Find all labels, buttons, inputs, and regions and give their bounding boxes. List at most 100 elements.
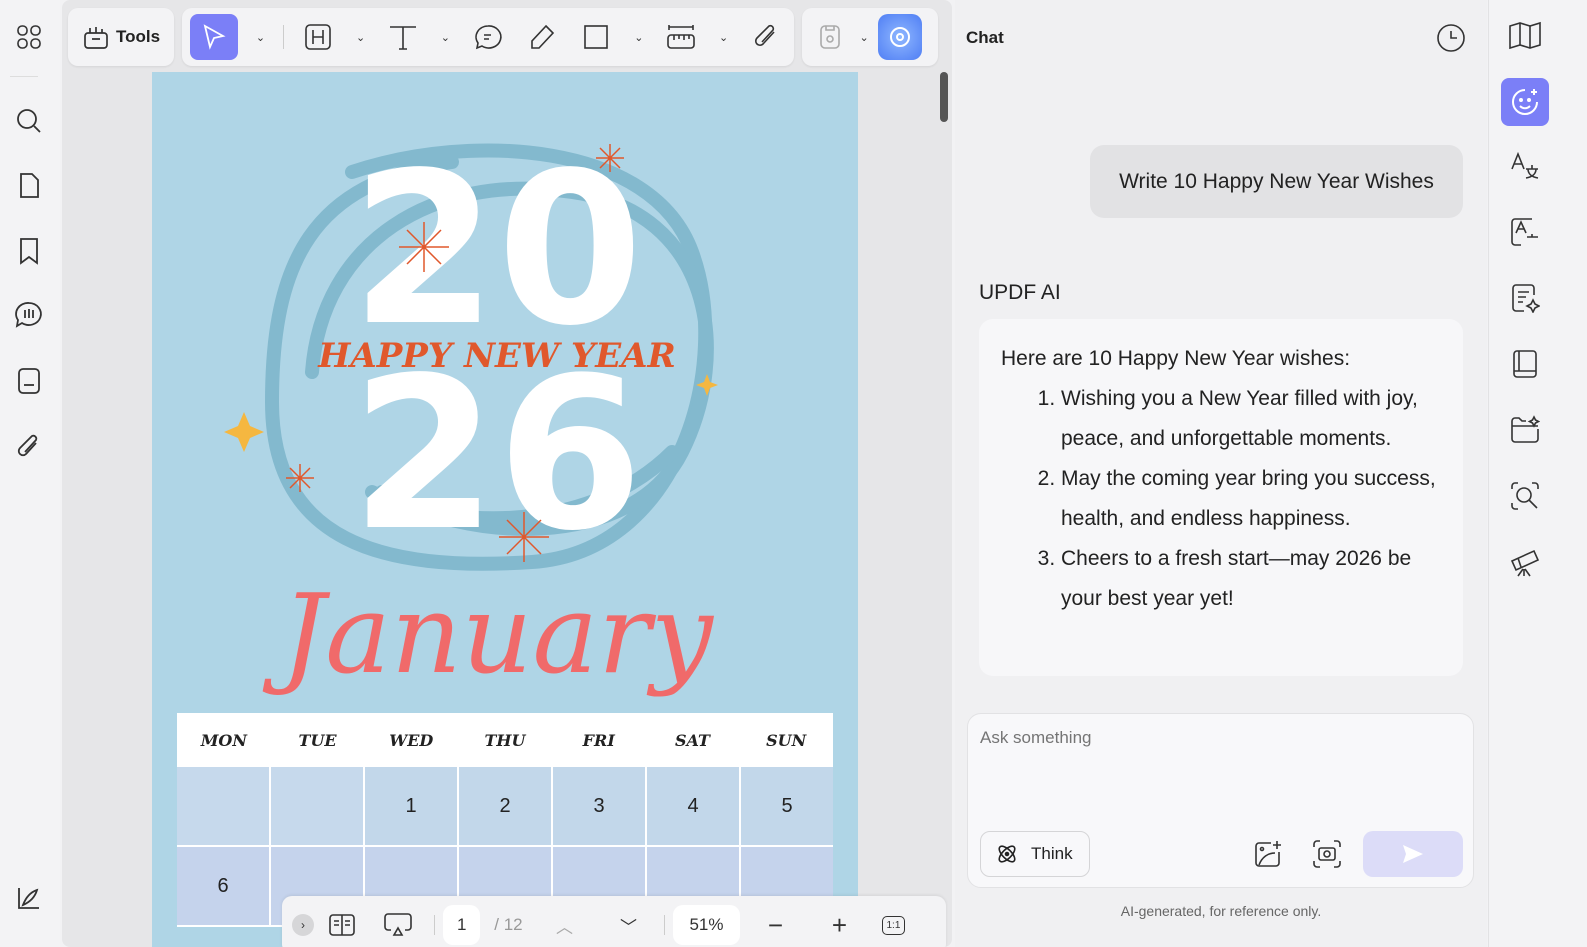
greeting-text: HAPPY NEW YEAR [317,336,676,376]
document-viewer: Tools ⌄ ⌄ ⌄ ⌄ ⌄ ⌄ 20 26 HAPPY NEW YEAR J… [62,0,952,947]
comments-icon[interactable] [6,292,52,338]
ai-name: UPDF AI [979,281,1061,304]
day-header: THU [484,730,526,750]
book-open-icon[interactable] [1501,12,1549,60]
user-message: Write 10 Happy New Year Wishes [1090,145,1463,218]
divider [282,25,284,49]
calendar-cell [271,767,363,845]
comment-tool-button[interactable] [468,14,508,60]
image-upload-icon[interactable] [1250,836,1286,872]
divider [664,915,666,935]
zoom-out-icon[interactable]: − [748,905,804,945]
zoom-level[interactable]: 51% [673,905,740,945]
calendar-cell: 4 [647,767,739,845]
atom-icon [998,845,1016,863]
pdf-page: 20 26 HAPPY NEW YEAR January MON TUE WED… [152,72,858,947]
page-navigation-bar: › 1 / 12 ︿ ﹀ 51% − + 1:1 [282,896,946,947]
calendar-week: 1 2 3 4 5 [177,767,833,847]
think-button[interactable]: Think [980,831,1090,877]
calendar-cell: 2 [459,767,551,845]
edit-tools-group: ⌄ ⌄ ⌄ ⌄ ⌄ [182,8,795,66]
day-header: MON [200,730,247,750]
chat-input-box: Think [967,713,1474,888]
day-header: SUN [766,730,807,750]
month-title: January [262,570,715,698]
measure-tool-button[interactable] [661,14,701,60]
calendar-header: MON TUE WED THU FRI SAT SUN [177,713,833,767]
ai-chat-icon[interactable] [1501,78,1549,126]
pages-icon[interactable] [6,163,52,209]
reader-icon[interactable] [1501,340,1549,388]
wish-item: May the coming year bring you success, h… [1061,459,1441,539]
apps-grid-icon[interactable] [6,14,52,60]
search-icon[interactable] [6,98,52,144]
left-sidebar [0,0,60,947]
translate-icon[interactable] [1501,142,1549,190]
wish-list: Wishing you a New Year filled with joy, … [1001,379,1441,619]
day-header: WED [389,730,434,750]
divider [10,76,38,77]
attachment-icon[interactable] [6,424,52,470]
send-button[interactable] [1363,831,1463,877]
zoom-in-icon[interactable]: + [812,905,868,945]
tools-group: Tools [68,8,175,66]
heading-tool-button[interactable] [298,14,338,60]
calendar-grid: MON TUE WED THU FRI SAT SUN 1 2 3 4 5 6 [177,713,833,927]
vertical-scrollbar[interactable] [940,72,948,122]
ai-search-icon[interactable] [1501,472,1549,520]
chevron-down-icon[interactable]: ⌄ [252,31,268,44]
calendar-cell: 6 [177,847,269,925]
tools-button[interactable]: Tools [82,14,160,60]
ask-input[interactable] [980,728,1460,808]
chevron-down-icon[interactable]: ⌄ [437,31,453,44]
chat-title: Chat [966,28,1004,47]
text-tool-button[interactable] [383,14,423,60]
ai-folder-icon[interactable] [1501,406,1549,454]
rectangle-tool-button[interactable] [576,14,616,60]
ai-assistant-button[interactable] [878,14,923,60]
chevron-down-icon[interactable]: ⌄ [353,31,369,44]
summarize-icon[interactable] [1501,274,1549,322]
pencil-tool-button[interactable] [522,14,562,60]
theme-toggle-icon[interactable] [6,875,52,921]
divider [434,915,435,935]
expand-chevron-right-icon[interactable]: › [292,914,314,936]
save-ai-group: ⌄ [802,8,939,66]
ai-response: Here are 10 Happy New Year wishes: Wishi… [979,319,1463,676]
wish-item: Cheers to a fresh start—may 2026 be your… [1061,539,1441,619]
telescope-icon[interactable] [1501,538,1549,586]
calendar-cell [177,767,269,845]
right-sidebar [1488,0,1587,947]
save-button[interactable] [810,14,850,60]
screenshot-camera-icon[interactable] [1309,836,1345,872]
select-tool-button[interactable] [190,14,239,60]
total-pages: / 12 [494,915,523,934]
wish-item: Wishing you a New Year filled with joy, … [1061,379,1441,459]
chevron-down-icon[interactable]: ⌄ [716,31,732,44]
previous-page-icon[interactable]: ︿ [536,905,592,945]
history-clock-icon[interactable] [1433,20,1469,56]
ai-disclaimer: AI-generated, for reference only. [1120,903,1322,919]
translate-document-icon[interactable] [1501,208,1549,256]
attach-tool-button[interactable] [746,14,786,60]
day-header: TUE [298,730,337,750]
ai-intro: Here are 10 Happy New Year wishes: [1001,347,1351,370]
day-header: SAT [674,730,710,750]
chat-panel: Chat Write 10 Happy New Year Wishes UPDF… [955,0,1487,947]
calendar-cell: 5 [741,767,833,845]
chevron-down-icon[interactable]: ⌄ [856,31,872,44]
calendar-cell: 3 [553,767,645,845]
tools-label: Tools [116,27,161,46]
presentation-icon[interactable] [370,905,426,945]
page-layout-icon[interactable] [322,905,362,945]
chevron-down-icon[interactable]: ⌄ [631,31,647,44]
document-icon[interactable] [6,358,52,404]
bookmark-icon[interactable] [6,228,52,274]
actual-size-button[interactable]: 1:1 [881,915,906,935]
page-number-input[interactable]: 1 [443,905,481,945]
send-icon [1403,845,1423,863]
toolbar: Tools ⌄ ⌄ ⌄ ⌄ ⌄ ⌄ [68,8,939,66]
calendar-cell: 1 [365,767,457,845]
day-header: FRI [582,730,615,750]
next-page-icon[interactable]: ﹀ [600,905,656,945]
